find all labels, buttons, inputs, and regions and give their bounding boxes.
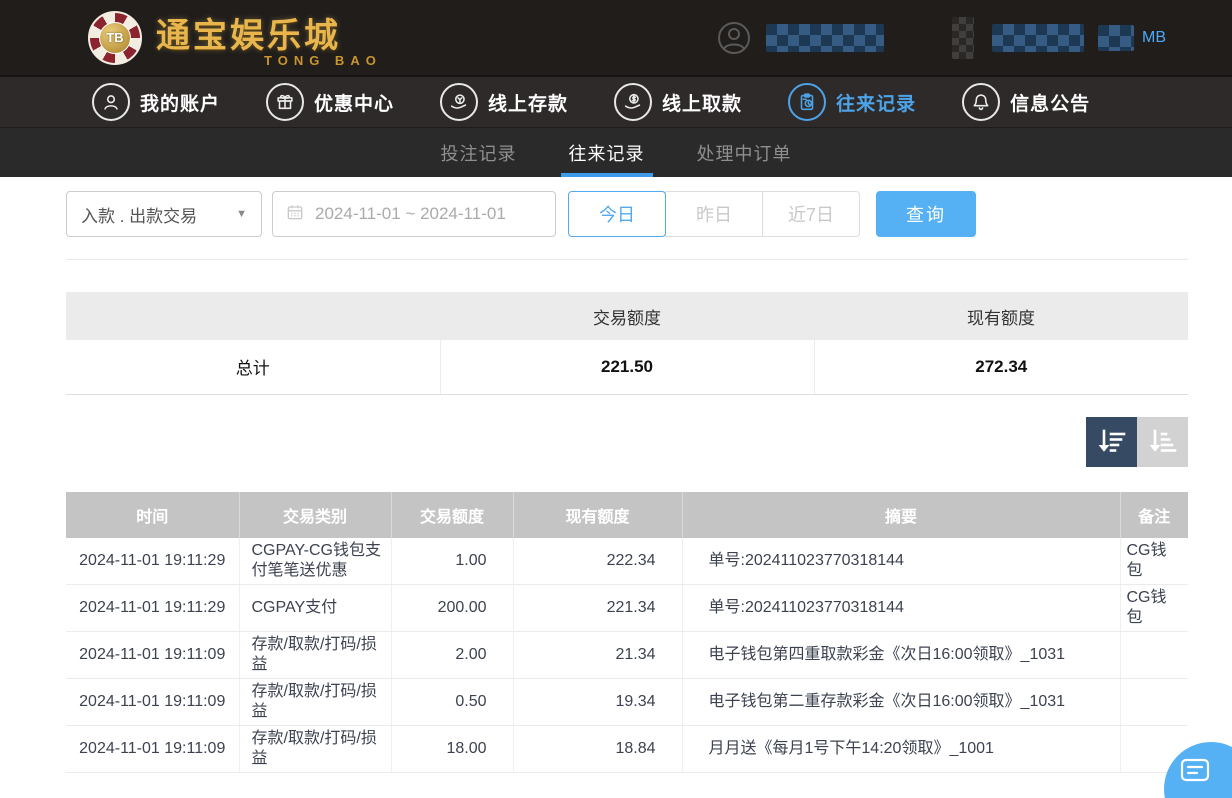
- quick-today-button[interactable]: 今日: [568, 191, 666, 237]
- gift-icon: [266, 83, 304, 121]
- summary-header-balance: 现有额度: [814, 292, 1188, 340]
- tab-pending-orders[interactable]: 处理中订单: [695, 128, 794, 177]
- transaction-type-select[interactable]: 入款 . 出款交易 ▼: [66, 191, 262, 237]
- balance-redacted-2: [1098, 25, 1134, 51]
- quick-yesterday-button[interactable]: 昨日: [665, 191, 763, 237]
- username-redacted[interactable]: [766, 24, 884, 52]
- record-tabs: 投注记录 往来记录 处理中订单: [0, 127, 1232, 177]
- casino-chip-icon: TB: [88, 11, 142, 65]
- col-summary: 摘要: [682, 492, 1120, 538]
- nav-transactions[interactable]: 往来记录: [788, 83, 916, 121]
- service-card-icon: [1180, 758, 1210, 784]
- date-range-input[interactable]: 2024-11-01 ~ 2024-11-01: [272, 191, 556, 237]
- user-area: MB: [716, 17, 1166, 59]
- table-row: 2024-11-01 19:11:09 存款/取款/打码/损益 0.50 19.…: [66, 679, 1188, 726]
- brand-logo[interactable]: TB 通宝娱乐城 TONG BAO: [88, 8, 382, 68]
- col-balance: 现有额度: [513, 492, 682, 538]
- calendar-icon: [285, 202, 305, 227]
- table-row: 2024-11-01 19:11:09 存款/取款/打码/损益 2.00 21.…: [66, 632, 1188, 679]
- tab-transaction-records[interactable]: 往来记录: [567, 128, 647, 177]
- sort-controls: [66, 417, 1188, 467]
- summary-balance-total: 272.34: [814, 340, 1188, 394]
- nav-withdraw[interactable]: 线上取款: [614, 83, 742, 121]
- nav-promotions[interactable]: 优惠中心: [266, 83, 394, 121]
- sort-descending-icon: [1097, 428, 1127, 456]
- main-nav: 我的账户 优惠中心 线上存款 线上取款 往来记录 信息公告: [0, 75, 1232, 127]
- balance-unit: MB: [1142, 29, 1166, 47]
- chevron-down-icon: ▼: [236, 208, 247, 220]
- nav-deposit[interactable]: 线上存款: [440, 83, 568, 121]
- summary-table: 交易额度 现有额度 总计 221.50 272.34: [66, 292, 1188, 395]
- divider: [66, 259, 1188, 260]
- quick-week-button[interactable]: 近7日: [762, 191, 860, 237]
- sort-ascending-icon: [1148, 428, 1178, 456]
- summary-total-row: 总计 221.50 272.34: [66, 340, 1188, 394]
- quick-range-group: 今日 昨日 近7日: [568, 191, 860, 237]
- bell-icon: [962, 83, 1000, 121]
- summary-header-transaction: 交易额度: [440, 292, 814, 340]
- brand-subtitle: TONG BAO: [264, 53, 382, 68]
- account-avatar-icon[interactable]: [716, 20, 752, 56]
- filter-row: 入款 . 出款交易 ▼ 2024-11-01 ~ 2024-11-01 今日 昨…: [66, 191, 1188, 237]
- col-time: 时间: [66, 492, 239, 538]
- summary-transaction-total: 221.50: [440, 340, 814, 394]
- col-amount: 交易额度: [391, 492, 513, 538]
- transactions-table: 时间 交易类别 交易额度 现有额度 摘要 备注 2024-11-01 19:11…: [66, 492, 1188, 774]
- table-row: 2024-11-01 19:11:29 CGPAY-CG钱包支付笔笔送优惠 1.…: [66, 538, 1188, 585]
- tab-bet-records[interactable]: 投注记录: [439, 128, 519, 177]
- content-area: 入款 . 出款交易 ▼ 2024-11-01 ~ 2024-11-01 今日 昨…: [0, 177, 1232, 773]
- sort-ascending-button[interactable]: [1137, 417, 1188, 467]
- nav-my-account[interactable]: 我的账户: [92, 83, 220, 121]
- withdraw-icon: [614, 83, 652, 121]
- sort-descending-button[interactable]: [1086, 417, 1137, 467]
- summary-header-empty: [66, 292, 440, 340]
- balance-icon-redacted: [952, 17, 974, 59]
- user-icon: [92, 83, 130, 121]
- deposit-icon: [440, 83, 478, 121]
- nav-announcements[interactable]: 信息公告: [962, 83, 1090, 121]
- table-header-row: 时间 交易类别 交易额度 现有额度 摘要 备注: [66, 492, 1188, 538]
- search-button[interactable]: 查询: [876, 191, 976, 237]
- brand-title: 通宝娱乐城: [156, 8, 382, 57]
- top-header: TB 通宝娱乐城 TONG BAO MB: [0, 0, 1232, 75]
- summary-total-label: 总计: [66, 340, 440, 394]
- records-icon: [788, 83, 826, 121]
- table-row: 2024-11-01 19:11:29 CGPAY支付 200.00 221.3…: [66, 585, 1188, 632]
- chip-monogram: TB: [99, 22, 131, 54]
- col-type: 交易类别: [239, 492, 391, 538]
- balance-redacted: [992, 24, 1084, 52]
- table-row: 2024-11-01 19:11:09 存款/取款/打码/损益 18.00 18…: [66, 726, 1188, 773]
- col-note: 备注: [1120, 492, 1188, 538]
